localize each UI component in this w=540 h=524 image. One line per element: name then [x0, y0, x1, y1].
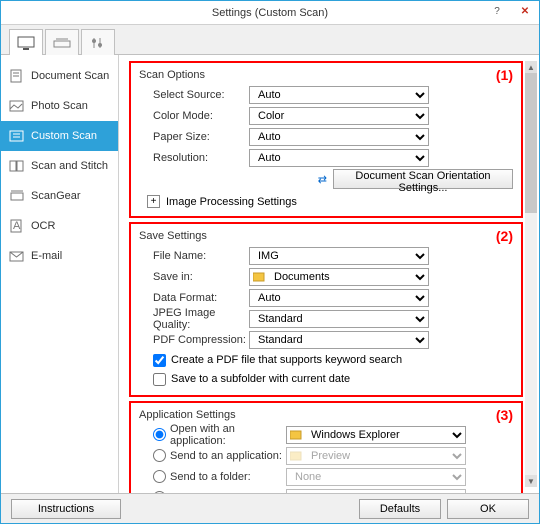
stitch-icon: [9, 159, 25, 173]
send-to-folder-radio[interactable]: [153, 470, 166, 483]
help-icon[interactable]: ?: [483, 1, 511, 21]
select-source-dropdown[interactable]: Auto: [249, 86, 429, 104]
save-settings-section: (2) Save Settings File Name: IMG Save in…: [129, 222, 523, 397]
titlebar: Settings (Custom Scan) ? ✕: [1, 1, 539, 25]
resolution-dropdown[interactable]: Auto: [249, 149, 429, 167]
sidebar-item-label: ScanGear: [31, 190, 81, 202]
color-mode-label: Color Mode:: [139, 110, 249, 122]
section-marker-2: (2): [496, 228, 513, 244]
tab-general-settings[interactable]: [81, 29, 115, 55]
pdf-compression-dropdown[interactable]: Standard: [249, 331, 429, 349]
file-name-field[interactable]: IMG: [249, 247, 429, 265]
paper-size-label: Paper Size:: [139, 131, 249, 143]
send-to-app-dropdown[interactable]: Preview: [286, 447, 466, 465]
attach-email-label: Attach to e-mail:: [166, 492, 286, 494]
window-controls: ? ✕: [483, 1, 539, 21]
ocr-icon: A: [9, 219, 25, 233]
keyword-search-label: Create a PDF file that supports keyword …: [171, 354, 402, 366]
close-icon[interactable]: ✕: [511, 1, 539, 21]
pdf-compression-label: PDF Compression:: [139, 334, 249, 346]
sidebar-item-label: Document Scan: [31, 70, 109, 82]
sidebar-item-scan-stitch[interactable]: Scan and Stitch: [1, 151, 118, 181]
scanner-icon: [53, 36, 71, 50]
color-mode-dropdown[interactable]: Color: [249, 107, 429, 125]
sidebar-item-document-scan[interactable]: Document Scan: [1, 61, 118, 91]
footer: Instructions Defaults OK: [1, 493, 539, 523]
sidebar-item-label: Scan and Stitch: [31, 160, 108, 172]
jpeg-quality-dropdown[interactable]: Standard: [249, 310, 429, 328]
image-processing-expand[interactable]: + Image Processing Settings: [139, 195, 513, 208]
save-in-label: Save in:: [139, 271, 249, 283]
open-with-radio[interactable]: [153, 428, 166, 441]
sliders-icon: [89, 36, 107, 50]
scroll-down-icon[interactable]: ▼: [525, 475, 537, 487]
send-to-folder-label: Send to a folder:: [166, 471, 286, 483]
file-name-label: File Name:: [139, 250, 249, 262]
scroll-up-icon[interactable]: ▲: [525, 61, 537, 73]
top-tabstrip: [1, 25, 539, 55]
swap-arrows-icon[interactable]: ⇄: [318, 173, 327, 186]
explorer-icon: [290, 429, 302, 441]
monitor-icon: [17, 36, 35, 50]
subfolder-label: Save to a subfolder with current date: [171, 373, 350, 385]
custom-icon: [9, 129, 25, 143]
application-settings-section: (3) Application Settings Open with an ap…: [129, 401, 523, 493]
ok-button[interactable]: OK: [447, 499, 529, 519]
tab-scan-from-computer[interactable]: [9, 29, 43, 55]
settings-window: Settings (Custom Scan) ? ✕ Document Scan…: [0, 0, 540, 524]
paper-size-dropdown[interactable]: Auto: [249, 128, 429, 146]
sidebar-item-photo-scan[interactable]: Photo Scan: [1, 91, 118, 121]
section-title: Save Settings: [139, 230, 513, 242]
window-title: Settings (Custom Scan): [212, 7, 328, 19]
scroll-thumb[interactable]: [525, 73, 537, 213]
keyword-search-checkbox[interactable]: [153, 354, 166, 367]
section-title: Application Settings: [139, 409, 513, 421]
sidebar-item-custom-scan[interactable]: Custom Scan: [1, 121, 118, 151]
scangear-icon: [9, 189, 25, 203]
plus-icon: +: [147, 195, 160, 208]
scrollbar[interactable]: ▲ ▼: [525, 61, 537, 487]
section-title: Scan Options: [139, 69, 513, 81]
sidebar-item-label: E-mail: [31, 250, 62, 262]
tab-scan-from-panel[interactable]: [45, 29, 79, 55]
svg-text:A: A: [13, 220, 21, 232]
sidebar: Document Scan Photo Scan Custom Scan Sca…: [1, 55, 119, 493]
instructions-button[interactable]: Instructions: [11, 499, 121, 519]
subfolder-checkbox[interactable]: [153, 373, 166, 386]
folder-icon: [253, 271, 265, 283]
sidebar-item-email[interactable]: E-mail: [1, 241, 118, 271]
photo-icon: [9, 99, 25, 113]
attach-email-radio[interactable]: [153, 491, 166, 493]
data-format-dropdown[interactable]: Auto: [249, 289, 429, 307]
open-with-label: Open with an application:: [166, 423, 286, 447]
send-to-app-label: Send to an application:: [166, 450, 286, 462]
image-processing-label: Image Processing Settings: [166, 196, 297, 208]
section-marker-1: (1): [496, 67, 513, 83]
send-to-app-radio[interactable]: [153, 449, 166, 462]
attach-email-dropdown[interactable]: None (Attach Manually): [286, 489, 466, 494]
defaults-button[interactable]: Defaults: [359, 499, 441, 519]
email-icon: [9, 249, 25, 263]
sidebar-item-ocr[interactable]: A OCR: [1, 211, 118, 241]
save-in-dropdown[interactable]: Documents: [249, 268, 429, 286]
sidebar-item-label: OCR: [31, 220, 55, 232]
send-to-folder-dropdown[interactable]: None: [286, 468, 466, 486]
jpeg-quality-label: JPEG Image Quality:: [139, 307, 249, 331]
body: Document Scan Photo Scan Custom Scan Sca…: [1, 55, 539, 493]
section-marker-3: (3): [496, 407, 513, 423]
document-icon: [9, 69, 25, 83]
resolution-label: Resolution:: [139, 152, 249, 164]
sidebar-item-label: Custom Scan: [31, 130, 97, 142]
data-format-label: Data Format:: [139, 292, 249, 304]
select-source-label: Select Source:: [139, 89, 249, 101]
main-panel: ▲ ▼ (1) Scan Options Select Source: Auto…: [119, 55, 539, 493]
scan-options-section: (1) Scan Options Select Source: Auto Col…: [129, 61, 523, 218]
sidebar-item-scangear[interactable]: ScanGear: [1, 181, 118, 211]
orientation-settings-button[interactable]: Document Scan Orientation Settings...: [333, 169, 513, 189]
sidebar-item-label: Photo Scan: [31, 100, 88, 112]
open-with-dropdown[interactable]: Windows Explorer: [286, 426, 466, 444]
